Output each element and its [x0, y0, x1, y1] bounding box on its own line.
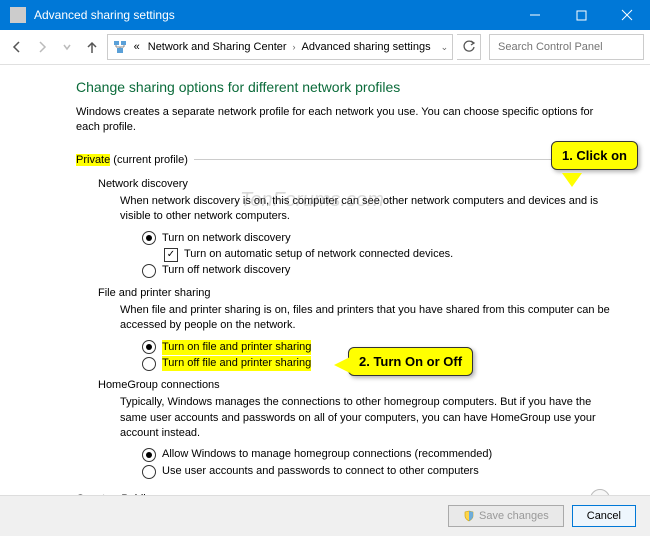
radio-hg-user[interactable]: Use user accounts and passwords to conne…: [142, 464, 610, 479]
app-icon: [10, 7, 26, 23]
back-button[interactable]: [6, 35, 27, 59]
search-box[interactable]: [489, 34, 644, 60]
intro-text: Windows creates a separate network profi…: [76, 105, 610, 136]
chevron-down-icon[interactable]: ⌄: [441, 42, 449, 53]
annotation-2: 2. Turn On or Off: [348, 347, 473, 376]
radio-icon: [142, 231, 156, 245]
check-nd-auto[interactable]: ✓Turn on automatic setup of network conn…: [164, 247, 610, 262]
radio-icon: [142, 357, 156, 371]
minimize-button[interactable]: [512, 0, 558, 30]
hg-desc: Typically, Windows manages the connectio…: [120, 395, 610, 441]
page-title: Change sharing options for different net…: [76, 79, 610, 95]
shield-icon: [463, 510, 475, 522]
network-icon: [112, 39, 128, 55]
section-file-printer-sharing: File and printer sharing: [98, 287, 610, 299]
nd-desc: When network discovery is on, this compu…: [120, 194, 610, 225]
radio-nd-off[interactable]: Turn off network discovery: [142, 263, 610, 278]
breadcrumb-item[interactable]: Advanced sharing settings: [300, 41, 433, 53]
refresh-button[interactable]: [457, 34, 481, 60]
forward-button[interactable]: [31, 35, 52, 59]
divider: [194, 159, 584, 160]
checkbox-icon: ✓: [164, 248, 178, 262]
cancel-button[interactable]: Cancel: [572, 505, 636, 527]
annotation-1: 1. Click on: [551, 141, 638, 170]
up-button[interactable]: [81, 35, 102, 59]
annotation-2-tail: [334, 357, 350, 373]
fps-desc: When file and printer sharing is on, fil…: [120, 303, 610, 334]
recent-button[interactable]: [56, 35, 77, 59]
radio-nd-on[interactable]: Turn on network discovery: [142, 231, 610, 246]
profile-private-name: Private: [76, 154, 110, 166]
address-bar[interactable]: « Network and Sharing Center › Advanced …: [107, 34, 454, 60]
breadcrumb-root[interactable]: «: [132, 41, 142, 53]
profile-private-suffix: (current profile): [110, 154, 188, 166]
footer-bar: Save changes Cancel: [0, 495, 650, 536]
radio-icon: [142, 264, 156, 278]
window-title: Advanced sharing settings: [34, 8, 512, 22]
titlebar: Advanced sharing settings: [0, 0, 650, 30]
search-input[interactable]: [496, 40, 637, 54]
save-button[interactable]: Save changes: [448, 505, 564, 527]
content-pane: TenForums.com Change sharing options for…: [0, 65, 650, 509]
radio-icon: [142, 465, 156, 479]
breadcrumb-item[interactable]: Network and Sharing Center: [146, 41, 289, 53]
annotation-1-tail: [562, 173, 582, 187]
radio-icon: [142, 448, 156, 462]
radio-icon: [142, 340, 156, 354]
section-network-discovery: Network discovery: [98, 178, 610, 190]
close-button[interactable]: [604, 0, 650, 30]
chevron-right-icon: ›: [293, 42, 296, 52]
profile-private-header[interactable]: Private (current profile) ⌃: [76, 150, 610, 170]
section-homegroup: HomeGroup connections: [98, 379, 610, 391]
nav-toolbar: « Network and Sharing Center › Advanced …: [0, 30, 650, 65]
maximize-button[interactable]: [558, 0, 604, 30]
radio-hg-allow[interactable]: Allow Windows to manage homegroup connec…: [142, 447, 610, 462]
